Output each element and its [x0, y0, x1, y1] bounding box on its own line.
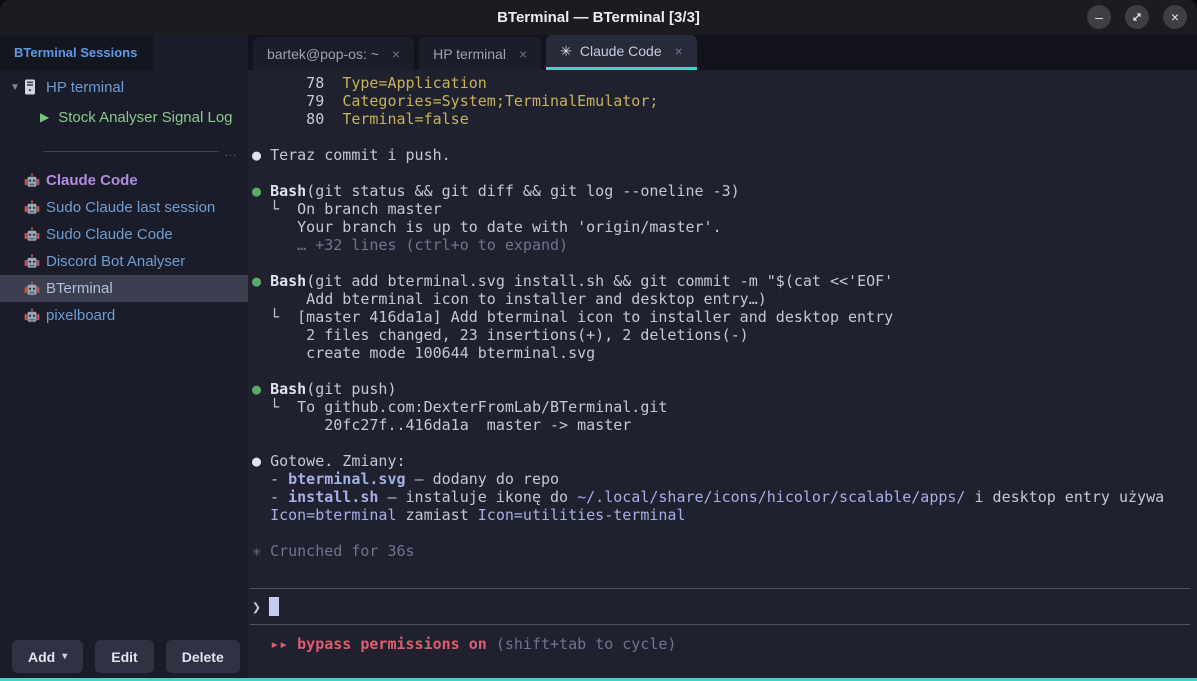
close-button[interactable]: ×: [1163, 5, 1187, 29]
tab-close-icon[interactable]: ×: [675, 43, 683, 59]
terminal-line: ● Bash(git push): [252, 380, 1197, 398]
robot-icon: [24, 254, 40, 270]
prompt-input[interactable]: ❯: [248, 589, 1197, 624]
terminal-line: 80 Terminal=false: [252, 110, 1197, 128]
close-icon: ×: [1171, 10, 1179, 24]
terminal-tab[interactable]: ✳ Claude Code ×: [546, 35, 697, 70]
terminal-line: ✳ Crunched for 36s: [252, 542, 1197, 560]
minimize-button[interactable]: –: [1087, 5, 1111, 29]
terminal-line: Your branch is up to date with 'origin/m…: [252, 218, 1197, 236]
collapse-caret-icon[interactable]: ▼: [10, 82, 22, 93]
terminal-line: Add bterminal icon to installer and desk…: [252, 290, 1197, 308]
sidebar-item[interactable]: Sudo Claude Code: [0, 221, 248, 248]
text-cursor: [269, 597, 279, 616]
terminal-line: [252, 524, 1197, 542]
delete-button[interactable]: Delete: [166, 640, 240, 673]
sidebar-item-label: BTerminal: [46, 280, 113, 297]
tab-close-icon[interactable]: ×: [519, 46, 527, 62]
sidebar-spacer: [0, 329, 248, 640]
session-tree: ▼ HP terminal ▶ Stock Analyser Signal Lo…: [0, 70, 248, 132]
terminal-line: [252, 434, 1197, 452]
terminal-line: 79 Categories=System;TerminalEmulator;: [252, 92, 1197, 110]
window-title: BTerminal — BTerminal [3/3]: [497, 9, 700, 26]
ellipsis-icon: …: [224, 149, 238, 155]
terminal[interactable]: 78 Type=Application 79 Categories=System…: [248, 70, 1197, 678]
add-button-label: Add: [28, 649, 55, 665]
asterisk-icon: ✳: [560, 43, 572, 60]
tab-label: HP terminal: [433, 46, 506, 62]
terminal-line: ● Bash(git add bterminal.svg install.sh …: [252, 272, 1197, 290]
main-area: BTerminal Sessions ▼ HP terminal: [0, 35, 1197, 678]
tab-label: bartek@pop-os: ~: [267, 46, 379, 62]
tree-item-label: HP terminal: [46, 79, 124, 96]
sidebar-divider: …: [43, 144, 238, 159]
maximize-button[interactable]: [1125, 5, 1149, 29]
sidebar-buttons: Add ▾ Edit Delete: [0, 640, 248, 678]
tree-item-hp-terminal[interactable]: ▼ HP terminal: [0, 72, 248, 102]
sidebar-item[interactable]: BTerminal: [0, 275, 248, 302]
sidebar-item-label: Sudo Claude Code: [46, 226, 173, 243]
tree-child-label: Stock Analyser Signal Log: [58, 109, 232, 126]
terminal-line: [252, 254, 1197, 272]
sidebar-item[interactable]: Claude Code: [0, 167, 248, 194]
delete-button-label: Delete: [182, 649, 224, 665]
tab-close-icon[interactable]: ×: [392, 46, 400, 62]
sessions-sidebar: BTerminal Sessions ▼ HP terminal: [0, 35, 248, 678]
tab-bar: bartek@pop-os: ~ × HP terminal × ✳ Claude Cod…: [248, 35, 1197, 70]
terminal-tab[interactable]: bartek@pop-os: ~ ×: [253, 37, 414, 70]
terminal-line: - bterminal.svg — dodany do repo: [252, 470, 1197, 488]
terminal-line: └ To github.com:DexterFromLab/BTerminal.…: [252, 398, 1197, 416]
edit-button[interactable]: Edit: [95, 640, 153, 673]
titlebar[interactable]: BTerminal — BTerminal [3/3] – ×: [0, 0, 1197, 35]
terminal-line: ● Gotowe. Zmiany:: [252, 452, 1197, 470]
dropdown-caret-icon: ▾: [62, 651, 67, 662]
prompt-chevron-icon: ❯: [252, 598, 261, 616]
play-icon: ▶: [40, 110, 49, 124]
terminal-line: - install.sh — instaluje ikonę do ~/.loc…: [252, 488, 1197, 506]
terminal-line: … +32 lines (ctrl+o to expand): [252, 236, 1197, 254]
sidebar-header-tab[interactable]: BTerminal Sessions: [0, 35, 153, 70]
terminal-tab[interactable]: HP terminal ×: [419, 37, 541, 70]
terminal-line: create mode 100644 bterminal.svg: [252, 344, 1197, 362]
sidebar-item[interactable]: Sudo Claude last session: [0, 194, 248, 221]
terminal-pane: bartek@pop-os: ~ × HP terminal × ✳ Claude Cod…: [248, 35, 1197, 678]
terminal-line: 2 files changed, 23 insertions(+), 2 del…: [252, 326, 1197, 344]
terminal-line: ● Teraz commit i push.: [252, 146, 1197, 164]
robot-icon: [24, 281, 40, 297]
bterminal-window: BTerminal — BTerminal [3/3] – ×: [0, 0, 1197, 681]
sidebar-item-label: Discord Bot Analyser: [46, 253, 185, 270]
robot-icon: [24, 227, 40, 243]
robot-icon: [24, 173, 40, 189]
terminal-line: ● Bash(git status && git diff && git log…: [252, 182, 1197, 200]
terminal-output: 78 Type=Application 79 Categories=System…: [248, 70, 1197, 588]
sidebar-item-label: Sudo Claude last session: [46, 199, 215, 216]
sidebar-item[interactable]: Discord Bot Analyser: [0, 248, 248, 275]
edit-button-label: Edit: [111, 649, 137, 665]
terminal-line: [252, 362, 1197, 380]
terminal-line: 78 Type=Application: [252, 74, 1197, 92]
divider-line: [43, 151, 219, 152]
permissions-status[interactable]: ▸▸ bypass permissions on (shift+tab to c…: [248, 625, 1197, 678]
maximize-icon: [1131, 11, 1143, 23]
add-button[interactable]: Add ▾: [12, 640, 83, 673]
tree-item-stock-analyser[interactable]: ▶ Stock Analyser Signal Log: [0, 102, 248, 132]
window-controls: – ×: [1087, 5, 1187, 29]
sidebar-item[interactable]: pixelboard: [0, 302, 248, 329]
sidebar-header: BTerminal Sessions: [0, 35, 248, 70]
terminal-line: └ On branch master: [252, 200, 1197, 218]
sidebar-item-label: Claude Code: [46, 172, 138, 189]
terminal-line: [252, 128, 1197, 146]
computer-icon: [24, 79, 36, 95]
robot-icon: [24, 308, 40, 324]
terminal-line: [252, 164, 1197, 182]
tab-label: Claude Code: [580, 43, 662, 59]
sidebar-item-label: pixelboard: [46, 307, 115, 324]
terminal-line: Icon=bterminal zamiast Icon=utilities-te…: [252, 506, 1197, 524]
minimize-icon: –: [1095, 10, 1103, 24]
sidebar-title: BTerminal Sessions: [14, 45, 137, 60]
terminal-line: 20fc27f..416da1a master -> master: [252, 416, 1197, 434]
terminal-line: └ [master 416da1a] Add bterminal icon to…: [252, 308, 1197, 326]
robot-icon: [24, 200, 40, 216]
session-list: Claude Code Sudo Claude last session Sudo …: [0, 167, 248, 329]
